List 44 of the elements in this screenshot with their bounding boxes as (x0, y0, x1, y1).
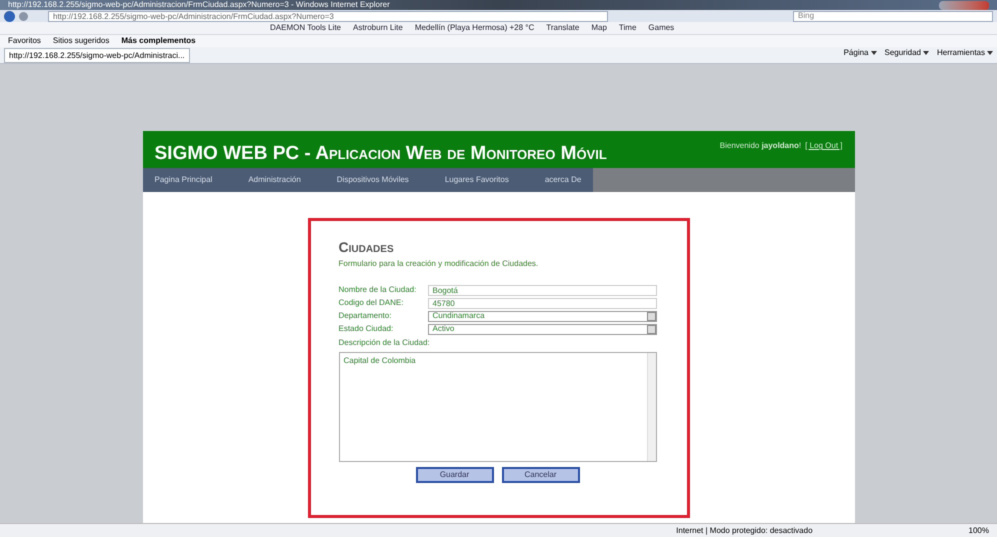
toolbar-item[interactable]: Games (648, 22, 674, 34)
toolbar-item[interactable]: Map (591, 22, 607, 34)
search-field[interactable]: Bing (793, 10, 993, 22)
nav-link[interactable]: acerca De (544, 174, 582, 186)
welcome-text: Bienvenido jayoldano! (720, 140, 802, 152)
favorites-item[interactable]: Más complementos (121, 35, 196, 48)
field-label: Estado Ciudad: (338, 323, 394, 336)
caret-icon (870, 51, 876, 56)
window-title: http://192.168.2.255/sigmo-web-pc/Administracion/FrmCiudad.aspx?Numero=3 - Windows Internet Explorer (8, 1, 390, 10)
field-label: Codigo del DANE: (338, 297, 404, 310)
command-item[interactable]: Herramientas (936, 47, 993, 60)
toolbar-item[interactable]: Time (618, 22, 636, 34)
nav-link[interactable]: Administración (248, 174, 301, 186)
toolbar-item[interactable]: Medellín (Playa Hermosa) +28 °C (414, 22, 534, 34)
command-item[interactable]: Página (844, 47, 876, 60)
favorites-item[interactable]: Favoritos (8, 35, 41, 48)
site-title: SIGMO WEB PC - Aplicacion Web de Monitoreo Móvil (154, 142, 607, 166)
zoom-level[interactable]: 100% (968, 524, 989, 537)
dropdown[interactable]: Cundinamarca (428, 310, 656, 322)
form-subtitle: Formulario para la creación y modificación de Ciudades. (338, 258, 540, 270)
description-field[interactable]: Capital de Colombia (338, 352, 656, 462)
toolbar-item[interactable]: Astroburn Lite (353, 22, 403, 34)
favorites-item[interactable]: Sitios sugeridos (52, 35, 110, 48)
logout-link[interactable]: [ Log Out ] (805, 140, 842, 152)
caret-icon (922, 51, 929, 56)
field-label: Descripción de la Ciudad: (338, 337, 431, 350)
nav-link[interactable]: Dispositivos Móviles (336, 174, 409, 186)
form-title: Ciudades (338, 238, 395, 258)
field-label: Departamento: (338, 310, 392, 322)
command-item[interactable]: Seguridad (884, 47, 929, 60)
form-button[interactable]: Cancelar (502, 467, 580, 484)
form-button[interactable]: Guardar (416, 467, 494, 484)
dropdown[interactable]: Activo (428, 324, 656, 335)
field-label: Nombre de la Ciudad: (338, 284, 418, 296)
browser-tab[interactable]: http://192.168.2.255/sigmo-web-pc/Administraci... (4, 48, 190, 64)
caret-icon (987, 51, 993, 56)
address-field[interactable]: http://192.168.2.255/sigmo-web-pc/Administracion/FrmCiudad.aspx?Numero=3 (48, 10, 608, 22)
text-field[interactable]: 45780 (428, 298, 656, 309)
status-zone: Internet | Modo protegido: desactivado (676, 524, 813, 537)
nav-link[interactable]: Pagina Principal (154, 174, 212, 186)
toolbar-item[interactable]: Translate (546, 22, 580, 34)
nav-link[interactable]: Lugares Favoritos (444, 174, 509, 186)
toolbar-item[interactable]: DAEMON Tools Lite (270, 22, 341, 34)
text-field[interactable]: Bogotá (428, 284, 656, 296)
